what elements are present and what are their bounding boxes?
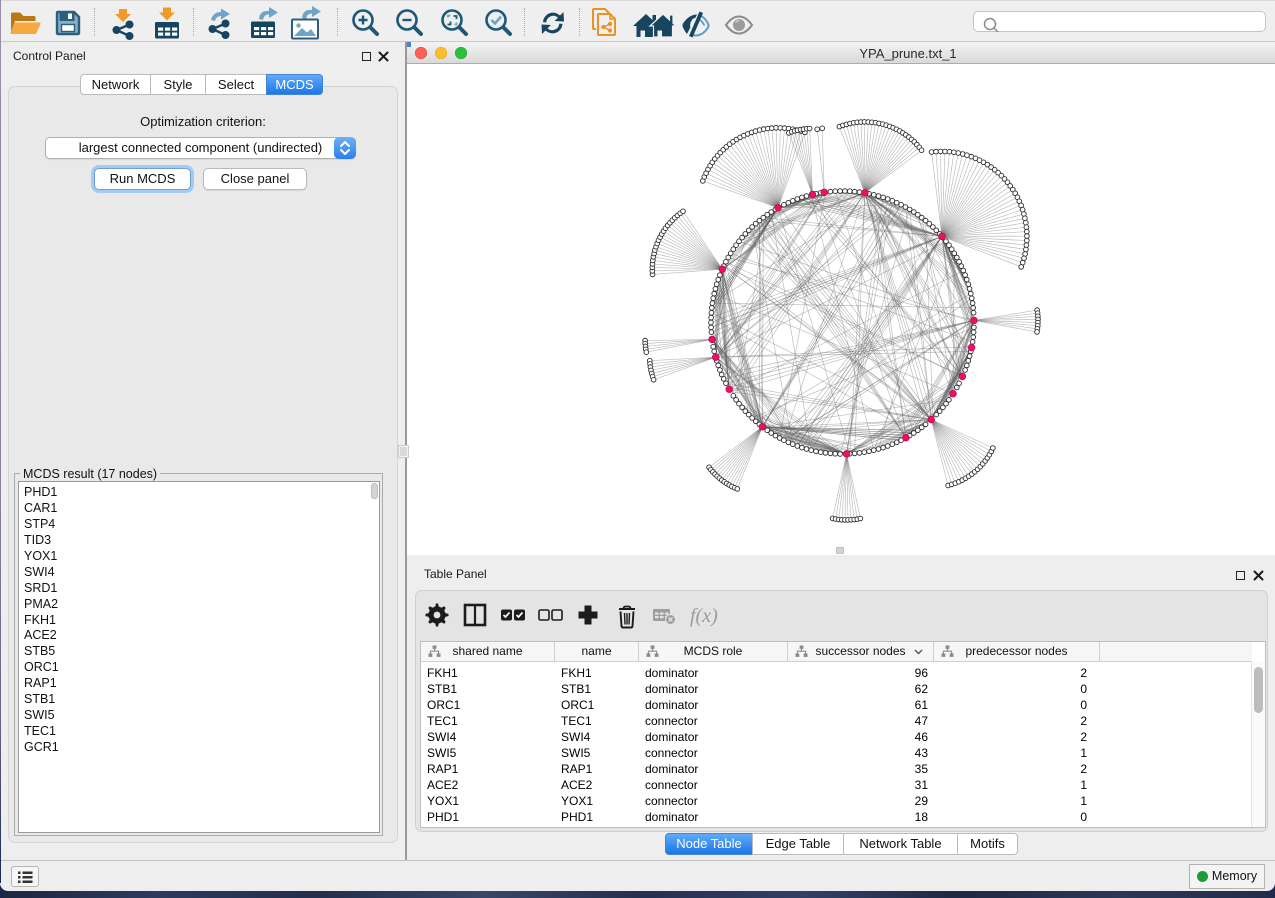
svg-text:f(x): f(x) bbox=[690, 605, 718, 627]
